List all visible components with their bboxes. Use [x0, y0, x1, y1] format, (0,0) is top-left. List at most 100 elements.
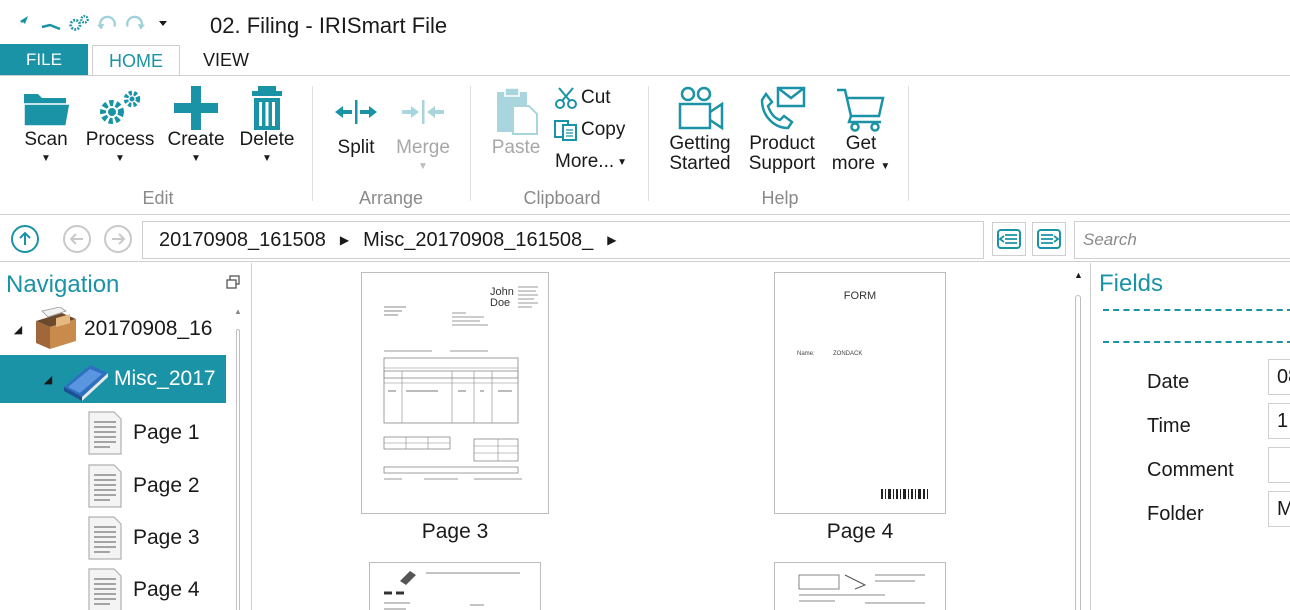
back-button[interactable]	[63, 225, 91, 253]
group-label-arrange: Arrange	[358, 188, 424, 208]
scissors-icon	[555, 87, 577, 109]
navigation-scrollbar[interactable]: ▲	[234, 307, 242, 610]
copy-button[interactable]: Copy	[554, 119, 625, 141]
chevron-down-icon: ▼	[191, 153, 201, 164]
tree-item-folder[interactable]: ◢ Misc_2017	[0, 355, 226, 403]
getting-started-button[interactable]: Getting Started	[664, 86, 736, 174]
field-label-comment: Comment	[1147, 459, 1234, 481]
divider	[1103, 309, 1290, 311]
window-title: 02. Filing - IRISmart File	[210, 13, 448, 38]
tab-view[interactable]: VIEW	[186, 45, 266, 76]
search-input[interactable]	[1074, 221, 1290, 259]
get-more-button[interactable]: Get more ▼	[828, 86, 894, 177]
thumbnail-scrollbar[interactable]: ▲	[1068, 263, 1090, 610]
panel-left-icon	[997, 229, 1021, 249]
comment-field[interactable]	[1268, 447, 1290, 483]
folder-field[interactable]: M	[1268, 491, 1290, 527]
chevron-down-icon: ▼	[41, 153, 51, 164]
arrow-left-icon	[69, 233, 83, 245]
field-label-time: Time	[1147, 415, 1191, 437]
field-label-folder: Folder	[1147, 503, 1204, 525]
chevron-right-icon[interactable]: ▶	[607, 233, 616, 247]
chevron-down-icon: ▼	[418, 161, 428, 172]
collapse-fields-button[interactable]	[1032, 222, 1066, 256]
redo-icon[interactable]	[124, 12, 146, 34]
tree-item-page[interactable]: Page 3	[86, 514, 200, 562]
process-button[interactable]: Process ▼	[86, 86, 154, 164]
scrollbar-thumb[interactable]	[1075, 295, 1081, 610]
customize-icon[interactable]	[152, 12, 174, 34]
quick-access-toolbar	[12, 10, 174, 36]
page-icon	[88, 464, 122, 508]
group-label-clipboard: Clipboard	[523, 188, 601, 208]
paste-button[interactable]: Paste	[488, 86, 544, 158]
link-icon[interactable]	[40, 12, 62, 34]
navigation-pane: Navigation ◢ 20170908_16 ◢ Misc_2017 Pag…	[0, 263, 252, 610]
tree-item-page[interactable]: Page 1	[86, 409, 200, 457]
tab-home[interactable]: HOME	[92, 45, 180, 77]
group-separator	[648, 86, 649, 201]
plus-icon	[174, 86, 218, 130]
tree-item-batch[interactable]: ◢ 20170908_16	[10, 305, 230, 353]
page-preview[interactable]	[774, 562, 946, 610]
page-preview[interactable]: John Doe	[361, 272, 549, 514]
scan-button[interactable]: Scan ▼	[18, 86, 74, 164]
book-icon	[64, 365, 108, 401]
thumbnail-label: Page 4	[826, 520, 894, 543]
group-label-edit: Edit	[142, 188, 174, 208]
pin-icon[interactable]	[12, 12, 34, 34]
navigation-title: Navigation	[6, 271, 120, 298]
doc-field-value: ZONDACK	[833, 351, 862, 357]
product-support-button[interactable]: Product Support	[744, 86, 820, 174]
merge-button[interactable]: Merge ▼	[392, 94, 454, 172]
tree-item-page[interactable]: Page 2	[86, 462, 200, 510]
trash-icon	[252, 86, 282, 130]
folder-open-icon	[23, 94, 71, 127]
doc-field-label: Name:	[797, 351, 815, 357]
create-button[interactable]: Create ▼	[166, 86, 226, 164]
receipt-preview-icon	[798, 574, 925, 604]
panel-right-icon	[1037, 229, 1061, 249]
tab-file[interactable]: FILE	[0, 44, 88, 75]
restore-icon[interactable]	[226, 275, 240, 289]
scroll-up-icon[interactable]: ▲	[1074, 270, 1083, 280]
thumbnail-page[interactable]: John Doe Page 3	[361, 272, 551, 552]
arrow-right-icon	[112, 233, 126, 245]
copy-icon	[554, 120, 577, 141]
breadcrumb-item[interactable]: Misc_20170908_161508_	[363, 229, 593, 252]
cut-button[interactable]: Cut	[554, 86, 611, 110]
breadcrumb[interactable]: 20170908_161508 ▶ Misc_20170908_161508_ …	[142, 221, 984, 259]
page-preview[interactable]: FORM Name: ZONDACK	[774, 272, 946, 514]
chevron-down-icon: ▼	[115, 153, 125, 164]
time-field[interactable]: 1	[1268, 403, 1290, 439]
page-icon	[88, 516, 122, 560]
breadcrumb-item[interactable]: 20170908_161508	[159, 229, 326, 252]
undo-icon[interactable]	[96, 12, 118, 34]
split-button[interactable]: Split	[328, 94, 384, 158]
form-preview-icon: FORM Name: ZONDACK	[797, 290, 928, 499]
tree-item-page[interactable]: Page 4	[86, 566, 200, 610]
expand-icon[interactable]: ◢	[10, 323, 26, 336]
expand-icon[interactable]: ◢	[40, 373, 56, 386]
forward-button[interactable]	[104, 225, 132, 253]
thumbnail-page[interactable]: FORM Name: ZONDACK Page 4	[774, 272, 948, 552]
date-field[interactable]: 08	[1268, 359, 1290, 395]
letter-preview-icon	[384, 571, 520, 610]
phone-mail-icon	[760, 86, 806, 130]
address-bar: 20170908_161508 ▶ Misc_20170908_161508_ …	[0, 216, 1290, 262]
settings-icon[interactable]	[68, 12, 90, 34]
chevron-down-icon: ▼	[880, 161, 891, 172]
doc-title: FORM	[844, 290, 876, 302]
collapse-nav-button[interactable]	[992, 222, 1026, 256]
split-icon	[335, 100, 377, 124]
scrollbar-thumb[interactable]	[236, 329, 240, 610]
doc-name-2: Doe	[490, 297, 510, 309]
page-preview[interactable]	[369, 562, 541, 610]
chevron-right-icon[interactable]: ▶	[340, 233, 349, 247]
page-icon	[88, 411, 122, 455]
scroll-up-icon[interactable]: ▲	[234, 307, 242, 316]
more-clipboard-button[interactable]: More... ▼	[555, 151, 627, 173]
up-button[interactable]	[11, 225, 39, 253]
delete-button[interactable]: Delete ▼	[236, 86, 298, 164]
cart-icon	[837, 88, 885, 132]
